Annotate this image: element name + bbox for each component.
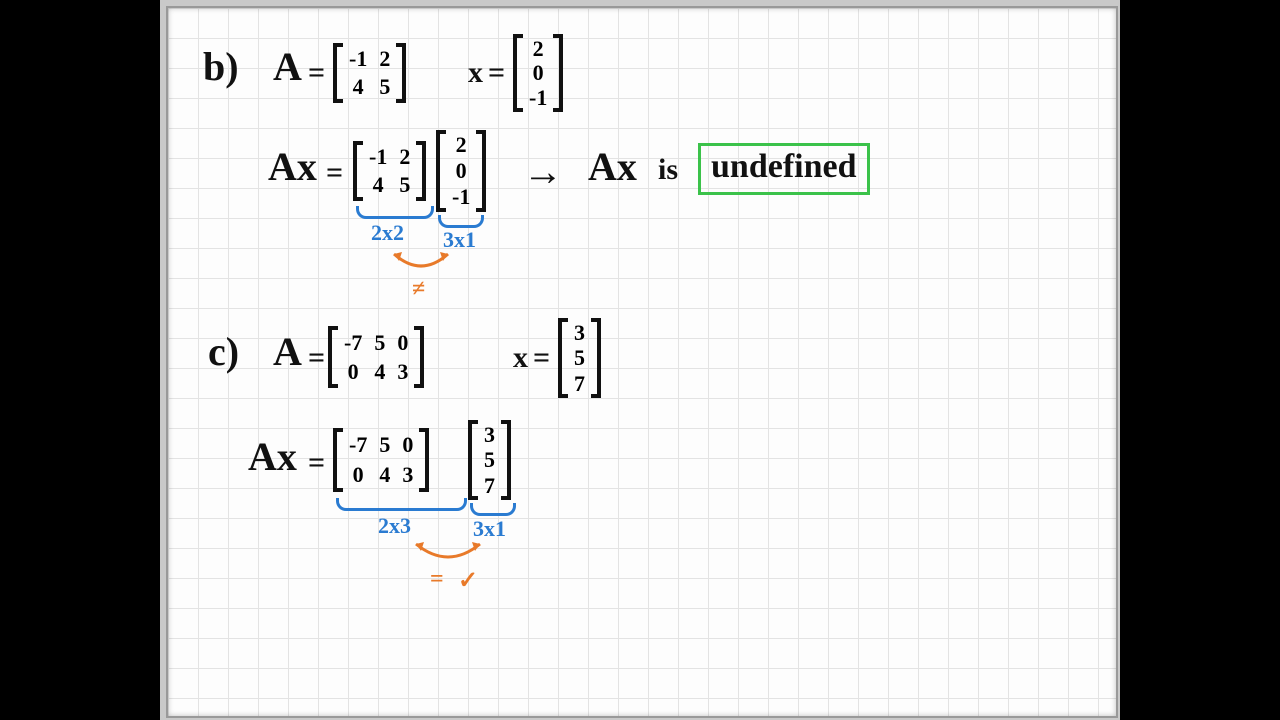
c-compare-arrow bbox=[408, 538, 488, 568]
b-result-box: undefined bbox=[698, 143, 870, 195]
b-Ax-vectorX: 2 0 -1 bbox=[436, 130, 486, 212]
cell: 0 bbox=[452, 159, 470, 182]
label-c: c) bbox=[208, 328, 239, 375]
cell: 5 bbox=[574, 346, 585, 369]
c-brace-x bbox=[470, 503, 516, 516]
c-matrix-A: -7 5 0 0 4 3 bbox=[328, 326, 424, 388]
cell: -1 bbox=[369, 145, 387, 168]
c-A-name: A bbox=[273, 328, 302, 375]
cell: 2 bbox=[529, 37, 547, 60]
b-x-name: x bbox=[468, 56, 483, 90]
c-brace-A bbox=[336, 498, 467, 511]
cell: -7 bbox=[349, 433, 367, 456]
b-brace-A bbox=[356, 206, 434, 219]
whiteboard-frame: b) A = -1 2 4 5 x = 2 0 -1 Ax bbox=[160, 0, 1120, 720]
cell: 5 bbox=[399, 173, 410, 196]
cell: 2 bbox=[452, 133, 470, 156]
c-Ax-label: Ax bbox=[248, 433, 297, 480]
cell: 4 bbox=[379, 463, 390, 486]
c-eq3: = bbox=[308, 446, 325, 480]
cell: 4 bbox=[369, 173, 387, 196]
c-Ax-matrixA: -7 5 0 0 4 3 bbox=[333, 428, 429, 492]
c-eq2: = bbox=[533, 341, 550, 375]
cell: 2 bbox=[399, 145, 410, 168]
cell: -1 bbox=[529, 86, 547, 109]
b-A-name: A bbox=[273, 43, 302, 90]
cell: 2 bbox=[379, 47, 390, 70]
b-result-is: is bbox=[658, 153, 678, 187]
cell: 3 bbox=[574, 321, 585, 344]
cell: -7 bbox=[344, 331, 362, 354]
cell: 7 bbox=[484, 474, 495, 497]
c-compare: = bbox=[430, 566, 444, 593]
c-Ax-vectorX: 3 5 7 bbox=[468, 420, 511, 500]
cell: 0 bbox=[402, 433, 413, 456]
b-compare-arrow bbox=[386, 248, 456, 278]
cell: 3 bbox=[397, 360, 408, 383]
cell: 3 bbox=[484, 423, 495, 446]
b-vector-x: 2 0 -1 bbox=[513, 34, 563, 112]
cell: 7 bbox=[574, 372, 585, 395]
cell: 0 bbox=[529, 61, 547, 84]
cell: -1 bbox=[452, 185, 470, 208]
cell: 0 bbox=[397, 331, 408, 354]
c-dim-A: 2x3 bbox=[378, 513, 411, 539]
b-compare: ≠ bbox=[412, 276, 425, 303]
b-result-Ax: Ax bbox=[588, 143, 637, 190]
b-eq2: = bbox=[488, 56, 505, 90]
cell: 5 bbox=[379, 75, 390, 98]
c-eq1: = bbox=[308, 341, 325, 375]
cell: 3 bbox=[402, 463, 413, 486]
cell: 5 bbox=[379, 433, 390, 456]
label-b: b) bbox=[203, 43, 239, 90]
b-matrix-A: -1 2 4 5 bbox=[333, 43, 406, 103]
b-eq3: = bbox=[326, 156, 343, 190]
b-Ax-label: Ax bbox=[268, 143, 317, 190]
cell: 0 bbox=[349, 463, 367, 486]
c-vector-x: 3 5 7 bbox=[558, 318, 601, 398]
b-Ax-matrixA: -1 2 4 5 bbox=[353, 141, 426, 201]
b-eq1: = bbox=[308, 56, 325, 90]
cell: 4 bbox=[374, 360, 385, 383]
b-result: undefined bbox=[711, 148, 857, 185]
cell: 0 bbox=[344, 360, 362, 383]
check-icon: ✓ bbox=[458, 566, 478, 595]
cell: -1 bbox=[349, 47, 367, 70]
cell: 4 bbox=[349, 75, 367, 98]
c-x-name: x bbox=[513, 341, 528, 375]
cell: 5 bbox=[374, 331, 385, 354]
cell: 5 bbox=[484, 448, 495, 471]
graph-paper: b) A = -1 2 4 5 x = 2 0 -1 Ax bbox=[166, 6, 1118, 718]
b-dim-A: 2x2 bbox=[371, 220, 404, 246]
arrow-icon: → bbox=[523, 148, 563, 195]
